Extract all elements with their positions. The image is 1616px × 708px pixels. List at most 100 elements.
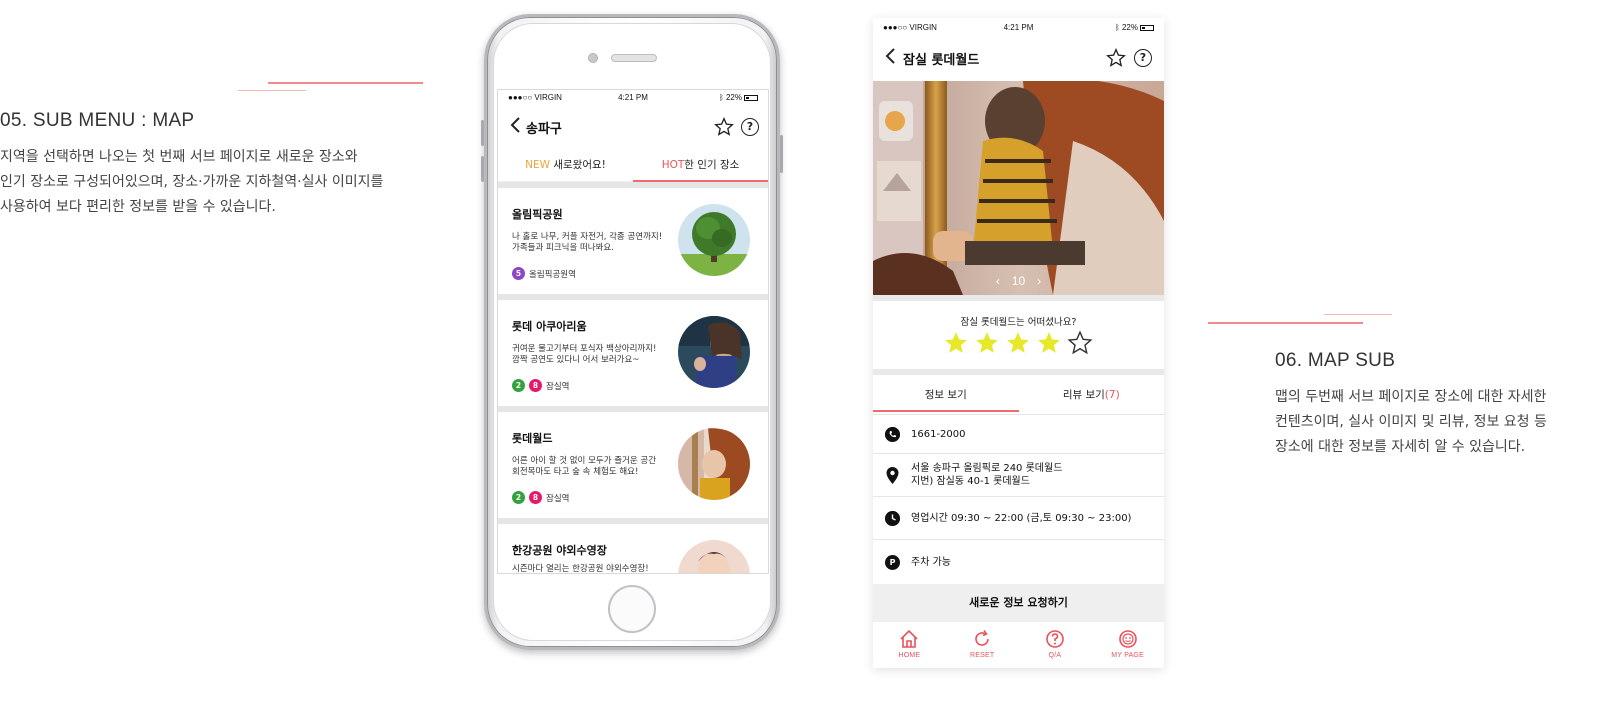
nav-label: RESET — [969, 652, 995, 659]
station-info: 2 8 잠실역 — [512, 379, 569, 392]
place-photo-carousel[interactable]: ‹ 10 › — [873, 81, 1164, 295]
help-icon[interactable]: ? — [741, 118, 759, 136]
desc-line: 시즌마다 열리는 한강공원 야외수영장! — [512, 564, 649, 574]
desc-line: 장소에 대한 정보를 자세히 알 수 있습니다. — [1275, 439, 1526, 455]
decor-line — [1324, 314, 1392, 315]
divider — [873, 295, 1164, 301]
chevron-left-icon[interactable] — [506, 115, 526, 135]
rating-stars[interactable] — [943, 330, 1093, 356]
star-filled-icon[interactable] — [974, 330, 1000, 356]
request-info-button[interactable]: 새로운 정보 요청하기 — [873, 584, 1164, 622]
parking-info: 주차 가능 — [911, 557, 951, 568]
place-title: 롯데월드 — [512, 432, 553, 445]
page-title: 잠실 롯데월드 — [903, 53, 980, 68]
star-filled-icon[interactable] — [1036, 330, 1062, 356]
review-count: (7) — [1104, 389, 1120, 401]
place-photo — [678, 204, 750, 276]
info-hours-row[interactable]: 영업시간 09:30 ~ 22:00 (금,토 09:30 ~ 23:00) — [873, 497, 1164, 540]
decor-line — [238, 90, 306, 91]
divider — [873, 369, 1164, 375]
station-info: 5 올림픽공원역 — [512, 267, 576, 280]
photo-counter: 10 — [1011, 274, 1026, 288]
help-icon[interactable]: ? — [1134, 49, 1152, 67]
home-hardware-button[interactable] — [608, 585, 656, 633]
nav-label: HOME — [898, 652, 921, 659]
subway-line-badge: 8 — [529, 379, 542, 392]
star-outline-icon[interactable] — [1067, 330, 1093, 356]
rating-question: 잠실 롯데월드는 어떠셨나요? — [960, 317, 1077, 328]
nav-label: MY PAGE — [1111, 652, 1144, 659]
battery-status: ᛒ 22% — [719, 93, 758, 102]
clock-icon — [885, 511, 900, 526]
desc-line: 컨텐츠이며, 실사 이미지 및 리뷰, 정보 요청 등 — [1275, 414, 1547, 430]
place-card[interactable]: 한강공원 야외수영장 시즌마다 열리는 한강공원 야외수영장! — [498, 524, 768, 574]
subway-line-badge: 5 — [512, 267, 525, 280]
place-card[interactable]: 올림픽공원 나 홀로 나무, 커플 자전거, 각종 공연까지! 가족들과 피크닉… — [498, 188, 768, 294]
info-address-row[interactable]: 서울 송파구 올림픽로 240 롯데월드 지번) 잠실동 40-1 롯데월드 — [873, 454, 1164, 497]
screen-district-list: ●●●○○ VIRGIN 4:21 PM ᛒ 22% 송파구 ? NEW 새로왔… — [497, 89, 769, 574]
info-phone-row[interactable]: 1661-2000 — [873, 414, 1164, 454]
speaker-grille — [611, 54, 657, 62]
tab-highlight: HOT — [661, 159, 685, 171]
info-parking-row[interactable]: P 주차 가능 — [873, 540, 1164, 584]
nav-label: Q/A — [1048, 652, 1062, 659]
place-list: 올림픽공원 나 홀로 나무, 커플 자전거, 각종 공연까지! 가족들과 피크닉… — [498, 182, 768, 574]
chevron-right-icon[interactable]: › — [1037, 274, 1041, 288]
tab-info[interactable]: 정보 보기 — [873, 378, 1019, 412]
volume-button — [481, 120, 484, 146]
tab-label: 정보 보기 — [924, 389, 967, 401]
place-title: 한강공원 야외수영장 — [512, 544, 607, 557]
battery-label: 22% — [1121, 23, 1138, 32]
nav-qa[interactable]: Q/A — [1019, 622, 1092, 668]
section-title-map-sub: 06. MAP SUB — [1275, 350, 1396, 371]
reset-icon — [946, 628, 1019, 650]
place-card[interactable]: 롯데월드 어른 아이 할 것 없이 모두가 즐거운 공간 회전목마도 타고 숲 … — [498, 412, 768, 518]
opening-hours: 영업시간 09:30 ~ 22:00 (금,토 09:30 ~ 23:00) — [911, 513, 1132, 524]
tab-label: 한 인기 장소 — [684, 159, 740, 171]
battery-icon — [1140, 25, 1154, 31]
power-button — [780, 135, 783, 173]
star-outline-icon[interactable] — [1106, 48, 1126, 68]
camera-icon — [588, 53, 598, 63]
place-photo — [678, 428, 750, 500]
desc-line: 지역을 선택하면 나오는 첫 번째 서브 페이지로 새로운 장소와 — [0, 149, 358, 165]
chevron-left-icon[interactable]: ‹ — [996, 274, 1000, 288]
home-icon — [873, 628, 946, 650]
place-desc: 귀여운 물고기부터 포식자 백상아리까지! 깜짝 공연도 있다니 어서 보러가요… — [512, 344, 656, 366]
chevron-left-icon[interactable] — [881, 46, 901, 66]
place-desc: 시즌마다 열리는 한강공원 야외수영장! — [512, 564, 649, 574]
place-card[interactable]: 롯데 아쿠아리움 귀여운 물고기부터 포식자 백상아리까지! 깜짝 공연도 있다… — [498, 300, 768, 406]
star-filled-icon[interactable] — [943, 330, 969, 356]
tab-highlight: NEW — [525, 159, 550, 171]
place-title: 롯데 아쿠아리움 — [512, 320, 587, 333]
station-name: 올림픽공원역 — [529, 269, 576, 280]
parking-icon: P — [885, 555, 900, 570]
bluetooth-icon: ᛒ — [1114, 23, 1122, 32]
decor-line — [1208, 322, 1363, 324]
subway-line-badge: 8 — [529, 491, 542, 504]
battery-status: ᛒ 22% — [1115, 23, 1154, 32]
tab-label: 새로왔어요! — [550, 159, 606, 171]
place-desc: 어른 아이 할 것 없이 모두가 즐거운 공간 회전목마도 타고 숲 속 체험도… — [512, 456, 656, 478]
desc-line: 회전목마도 타고 숲 속 체험도 해요! — [512, 467, 639, 477]
tab-bar: NEW 새로왔어요! HOT한 인기 장소 — [498, 150, 768, 182]
phone-number: 1661-2000 — [911, 429, 966, 440]
battery-label: 22% — [725, 93, 742, 102]
desc-line: 가족들과 피크닉을 떠나봐요. — [512, 243, 614, 253]
nav-bar: 잠실 롯데월드 ? — [873, 36, 1164, 81]
station-name: 잠실역 — [546, 493, 570, 504]
page-title: 송파구 — [526, 122, 562, 137]
smiley-icon — [1091, 628, 1164, 650]
nav-home[interactable]: HOME — [873, 622, 946, 668]
bottom-nav: HOME RESET Q/A MY PAGE — [873, 622, 1164, 668]
tab-new[interactable]: NEW 새로왔어요! — [498, 150, 633, 181]
desc-line: 사용하여 보다 편리한 정보를 받을 수 있습니다. — [0, 199, 276, 215]
desc-line: 어른 아이 할 것 없이 모두가 즐거운 공간 — [512, 456, 657, 466]
star-filled-icon[interactable] — [1005, 330, 1031, 356]
nav-my-page[interactable]: MY PAGE — [1091, 622, 1164, 668]
nav-reset[interactable]: RESET — [946, 622, 1019, 668]
tab-review[interactable]: 리뷰 보기(7) — [1019, 378, 1165, 412]
star-outline-icon[interactable] — [714, 117, 734, 137]
tab-hot[interactable]: HOT한 인기 장소 — [633, 150, 768, 182]
desc-line: 인기 장소로 구성되어있으며, 장소·가까운 지하철역·실사 이미지를 — [0, 174, 384, 190]
